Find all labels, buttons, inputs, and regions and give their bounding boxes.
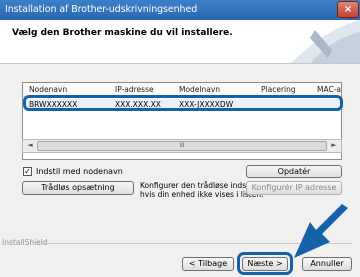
header-graphic-icon <box>291 20 360 63</box>
installshield-label: InstallShield <box>2 238 48 247</box>
scroll-left-icon[interactable]: ◄ <box>24 141 36 151</box>
column-model[interactable]: Modelnavn <box>179 85 220 94</box>
column-ip[interactable]: IP-adresse <box>115 85 154 94</box>
node-name-checkbox[interactable]: ✓ <box>23 167 32 176</box>
next-highlight-frame <box>237 252 293 275</box>
column-location[interactable]: Placering <box>261 85 296 94</box>
window-title: Installation af Brother-udskrivningsenhe… <box>5 4 198 15</box>
page-heading: Vælg den Brother maskine du vil installe… <box>12 28 233 38</box>
close-button[interactable]: × <box>337 1 359 18</box>
pointer-arrow-icon <box>294 204 348 258</box>
node-name-checkbox-label: Indstil med nodenavn <box>36 167 123 176</box>
column-mac[interactable]: MAC-ad <box>317 85 341 94</box>
scroll-thumb[interactable]: III <box>37 141 327 151</box>
configure-ip-button[interactable]: Konfigurér IP adresse <box>246 181 342 195</box>
scroll-right-icon[interactable]: ► <box>328 141 340 151</box>
installer-window: Installation af Brother-udskrivningsenhe… <box>0 0 360 277</box>
column-node[interactable]: Nodenavn <box>29 85 67 94</box>
wireless-setup-button[interactable]: Trådløs opsætning <box>22 181 134 195</box>
back-button[interactable]: < Tilbage <box>182 257 234 271</box>
title-bar: Installation af Brother-udskrivningsenhe… <box>0 0 360 20</box>
update-button[interactable]: Opdatér <box>246 165 342 178</box>
horizontal-scrollbar[interactable]: ◄ III ► <box>22 139 342 153</box>
header-panel: Vælg den Brother maskine du vil installe… <box>0 20 360 64</box>
row-highlight-frame <box>23 95 343 111</box>
